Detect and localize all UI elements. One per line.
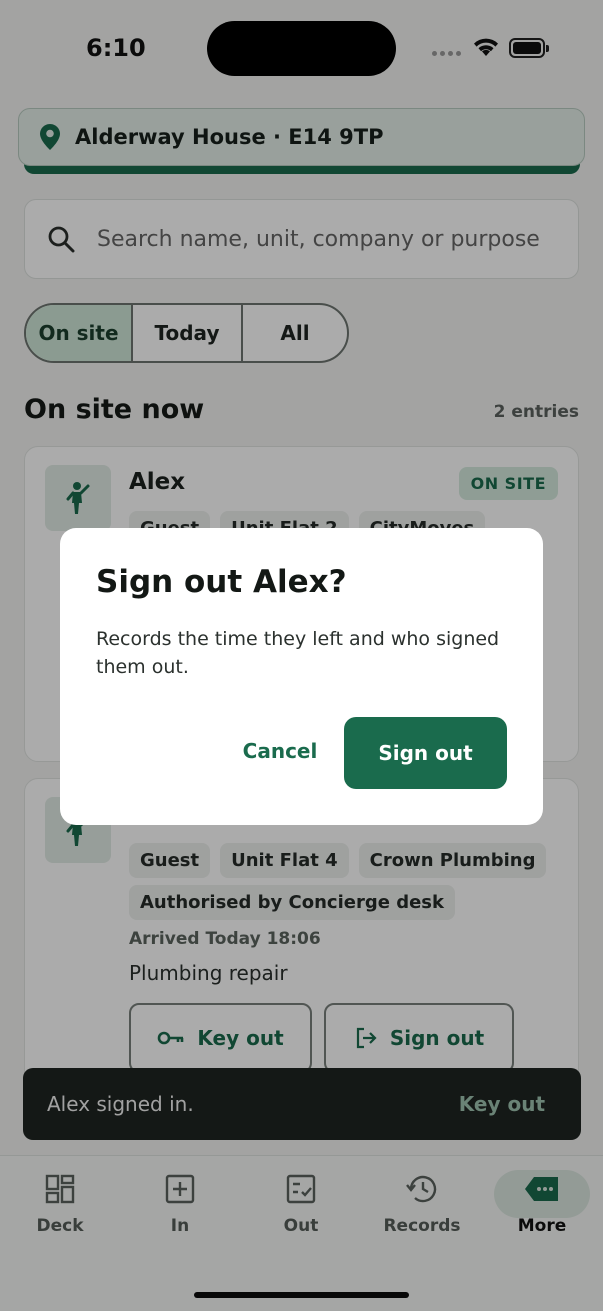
sign-out-dialog: Sign out Alex? Records the time they lef…: [60, 528, 543, 825]
dialog-body: Records the time they left and who signe…: [96, 628, 500, 678]
dialog-title: Sign out Alex?: [96, 564, 347, 600]
cancel-button[interactable]: Cancel: [230, 723, 330, 779]
confirm-sign-out-button[interactable]: Sign out: [344, 717, 507, 789]
